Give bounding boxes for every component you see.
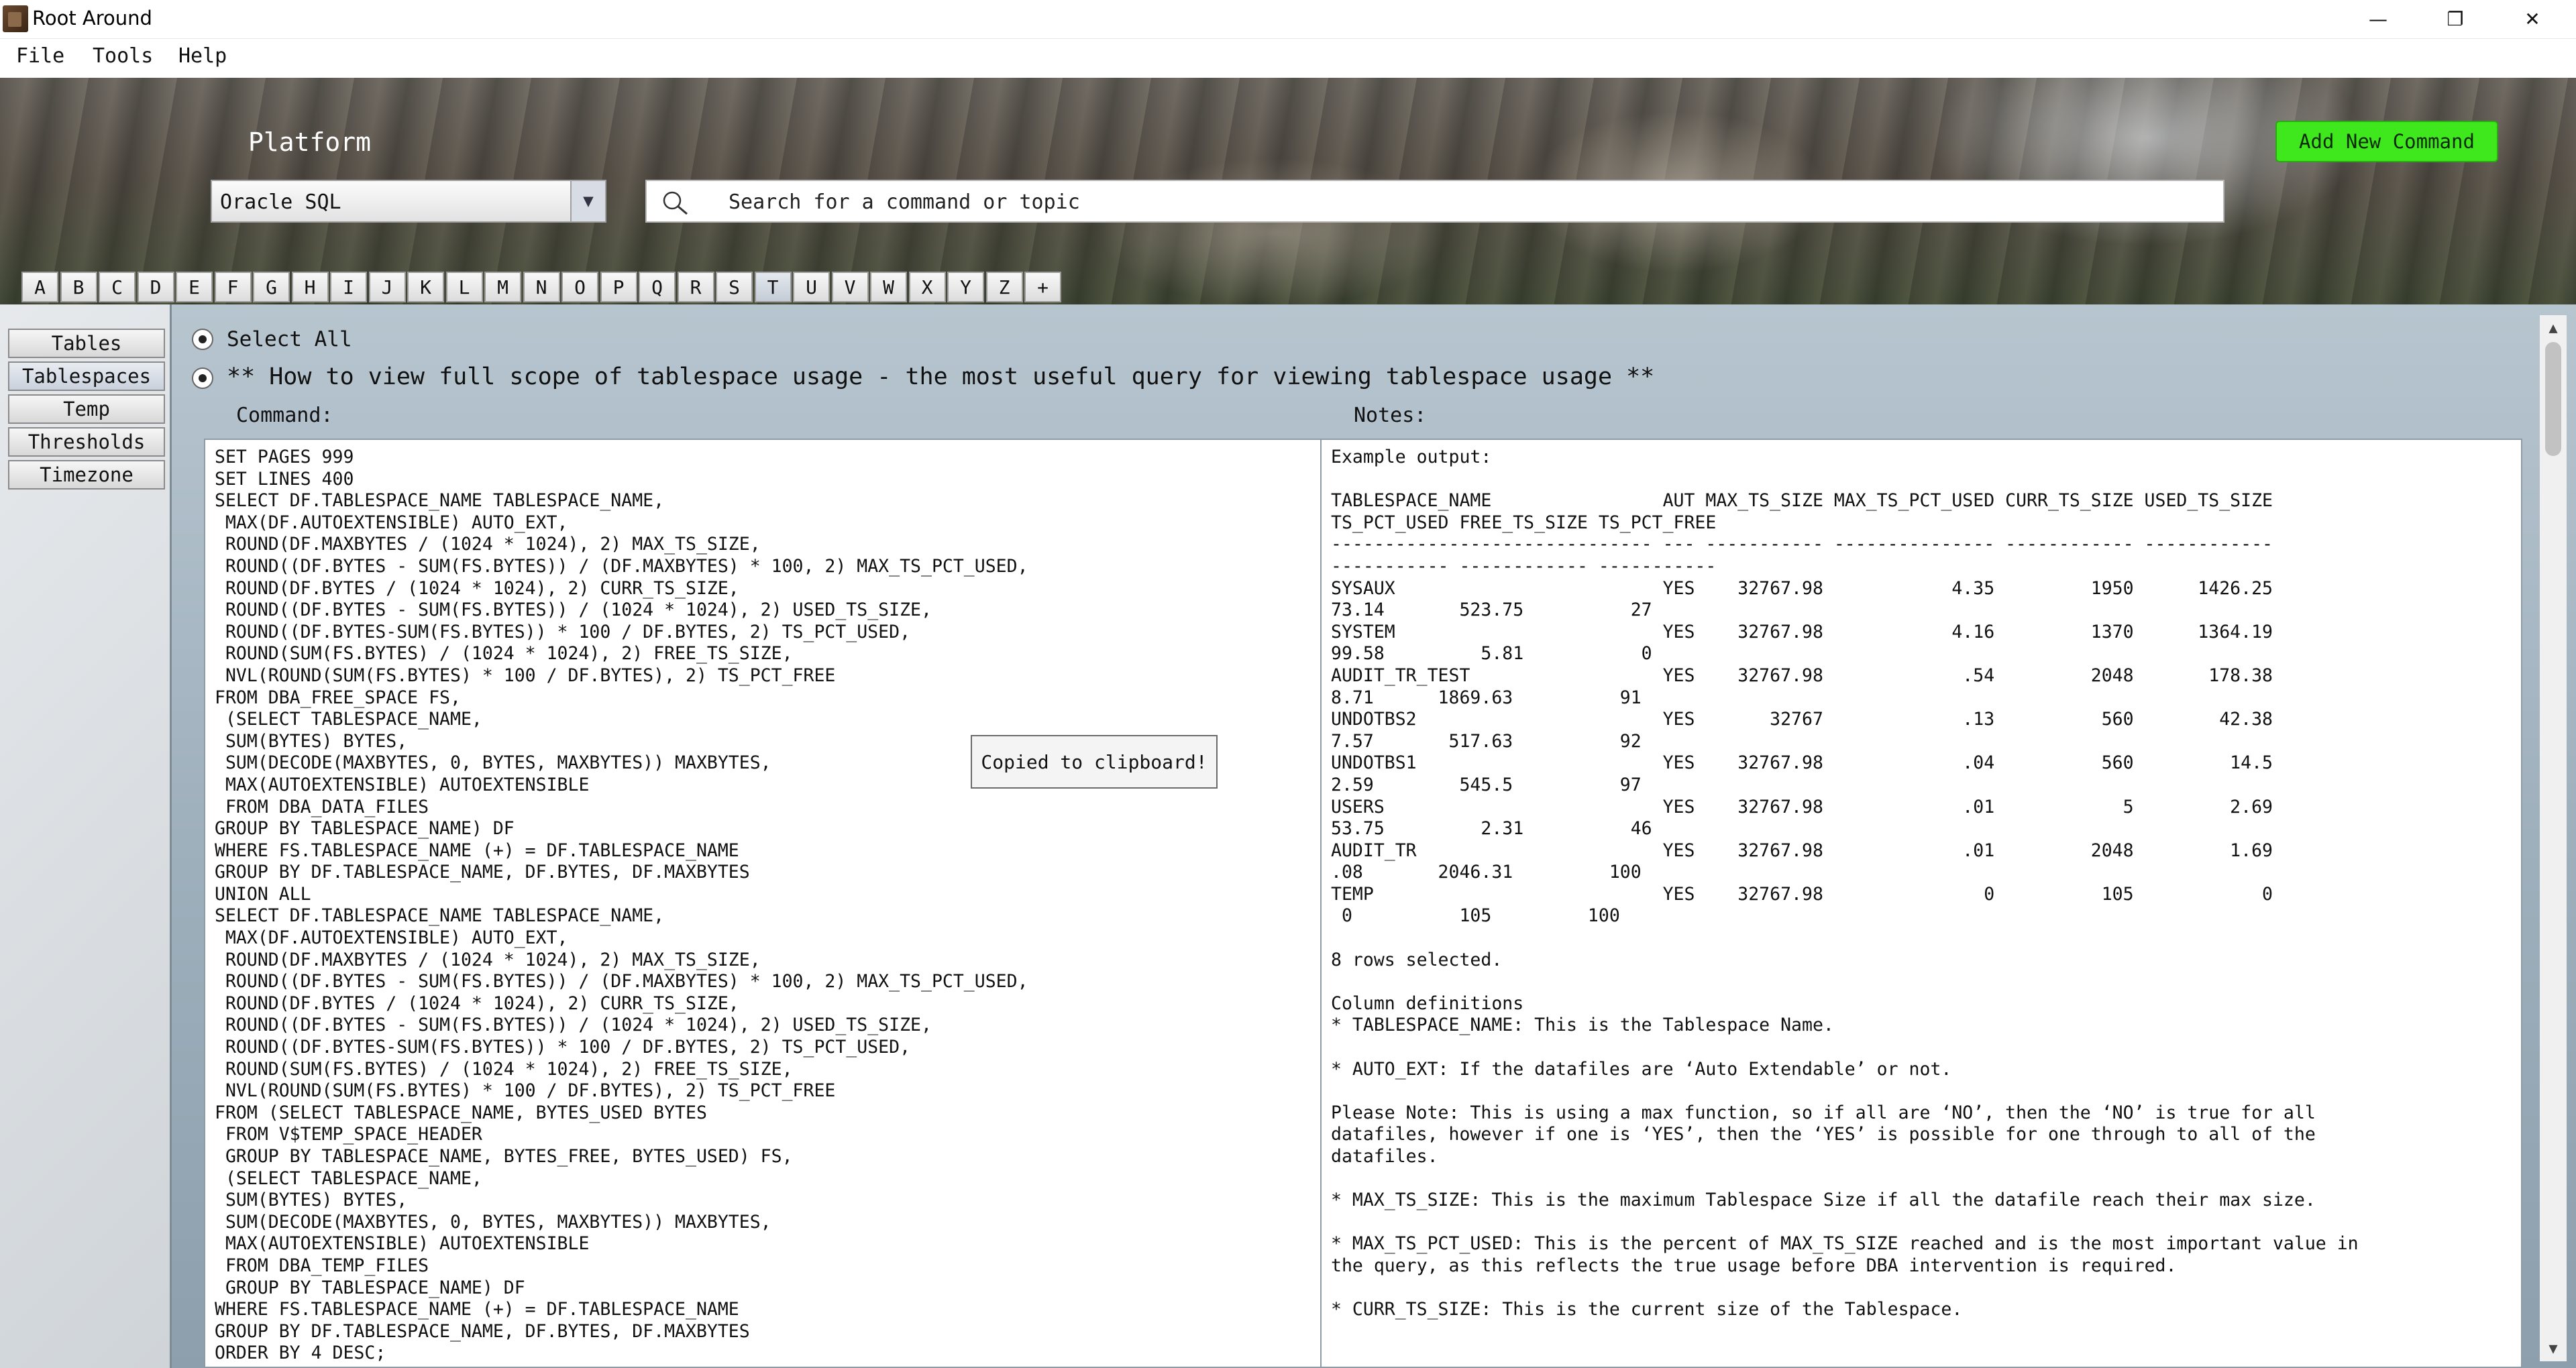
sidebar: Tables Tablespaces Temp Thresholds Timez… bbox=[0, 304, 172, 1368]
menu-help[interactable]: Help bbox=[178, 44, 227, 68]
letter-filter-bar: A B C D E F G H I J K L M N O P Q R S T U V W X Y Z + bbox=[21, 272, 1063, 304]
search-icon bbox=[663, 191, 688, 215]
letter-button-u[interactable]: U bbox=[793, 272, 830, 302]
letter-button-r[interactable]: R bbox=[677, 272, 714, 302]
letter-button-f[interactable]: F bbox=[214, 272, 252, 302]
letter-button-j[interactable]: J bbox=[368, 272, 406, 302]
window-title: Root Around bbox=[32, 7, 152, 30]
letter-button-e[interactable]: E bbox=[176, 272, 213, 302]
letter-button-s[interactable]: S bbox=[716, 272, 753, 302]
letter-button-t[interactable]: T bbox=[754, 272, 792, 302]
command-text[interactable]: SET PAGES 999 SET LINES 400 SELECT DF.TA… bbox=[205, 440, 1452, 1367]
letter-button-d[interactable]: D bbox=[137, 272, 174, 302]
command-panel[interactable]: SET PAGES 999 SET LINES 400 SELECT DF.TA… bbox=[204, 439, 1453, 1368]
sidebar-item-temp[interactable]: Temp bbox=[8, 394, 165, 424]
topic-radio[interactable] bbox=[192, 367, 213, 389]
letter-button-z[interactable]: Z bbox=[985, 272, 1023, 302]
select-all-radio[interactable] bbox=[192, 329, 213, 350]
letter-button-n[interactable]: N bbox=[523, 272, 560, 302]
letter-button-l[interactable]: L bbox=[445, 272, 483, 302]
letter-button-i[interactable]: I bbox=[330, 272, 367, 302]
menu-bar: File Tools Help bbox=[0, 39, 2576, 78]
scroll-thumb[interactable] bbox=[2545, 342, 2561, 456]
add-new-command-button[interactable]: Add New Command bbox=[2275, 121, 2498, 162]
close-button[interactable]: ✕ bbox=[2496, 0, 2569, 38]
header-banner: Platform Oracle SQL ▼ Add New Command AB… bbox=[0, 78, 2576, 304]
vertical-scrollbar[interactable]: ▲ ▼ bbox=[2540, 315, 2567, 1361]
app-icon bbox=[3, 5, 28, 32]
letter-button-plus[interactable]: + bbox=[1024, 272, 1061, 302]
menu-file[interactable]: File bbox=[16, 44, 64, 68]
letter-button-c[interactable]: C bbox=[99, 272, 136, 302]
letter-button-b[interactable]: B bbox=[60, 272, 97, 302]
platform-label: Platform bbox=[248, 127, 372, 157]
letter-button-q[interactable]: Q bbox=[639, 272, 676, 302]
search-input[interactable] bbox=[727, 186, 2206, 217]
platform-select-value: Oracle SQL bbox=[220, 190, 341, 214]
restore-button[interactable]: ❐ bbox=[2418, 0, 2492, 38]
letter-button-h[interactable]: H bbox=[291, 272, 329, 302]
title-bar: Root Around — ❐ ✕ bbox=[0, 0, 2576, 39]
topic-title: ** How to view full scope of tablespace … bbox=[227, 363, 1655, 390]
letter-button-y[interactable]: Y bbox=[947, 272, 984, 302]
platform-select[interactable]: Oracle SQL ▼ bbox=[211, 180, 606, 223]
notes-label: Notes: bbox=[1354, 404, 1427, 427]
letter-button-a[interactable]: A bbox=[21, 272, 58, 302]
letter-button-g[interactable]: G bbox=[253, 272, 290, 302]
scroll-down-icon[interactable]: ▼ bbox=[2540, 1336, 2567, 1361]
notes-text: Example output: TABLESPACE_NAME AUT MAX_… bbox=[1331, 447, 2359, 1320]
letter-button-p[interactable]: P bbox=[600, 272, 637, 302]
letter-button-o[interactable]: O bbox=[561, 272, 598, 302]
letter-button-k[interactable]: K bbox=[407, 272, 444, 302]
letter-button-x[interactable]: X bbox=[908, 272, 946, 302]
chevron-down-icon[interactable]: ▼ bbox=[570, 181, 605, 221]
sidebar-item-tables[interactable]: Tables bbox=[8, 329, 165, 358]
sidebar-item-thresholds[interactable]: Thresholds bbox=[8, 427, 165, 457]
sidebar-item-timezone[interactable]: Timezone bbox=[8, 460, 165, 490]
main-content: Select All ** How to view full scope of … bbox=[172, 304, 2576, 1368]
copied-tooltip: Copied to clipboard! bbox=[971, 735, 1218, 789]
scroll-up-icon[interactable]: ▲ bbox=[2540, 315, 2567, 341]
command-label: Command: bbox=[236, 404, 333, 427]
sidebar-item-tablespaces[interactable]: Tablespaces bbox=[8, 361, 165, 391]
menu-tools[interactable]: Tools bbox=[93, 44, 153, 68]
letter-button-v[interactable]: V bbox=[831, 272, 869, 302]
letter-button-w[interactable]: W bbox=[870, 272, 907, 302]
select-all-label: Select All bbox=[227, 327, 352, 351]
minimize-button[interactable]: — bbox=[2341, 0, 2415, 38]
letter-button-m[interactable]: M bbox=[484, 272, 521, 302]
notes-panel[interactable]: Example output: TABLESPACE_NAME AUT MAX_… bbox=[1320, 439, 2522, 1368]
search-box bbox=[645, 180, 2224, 223]
